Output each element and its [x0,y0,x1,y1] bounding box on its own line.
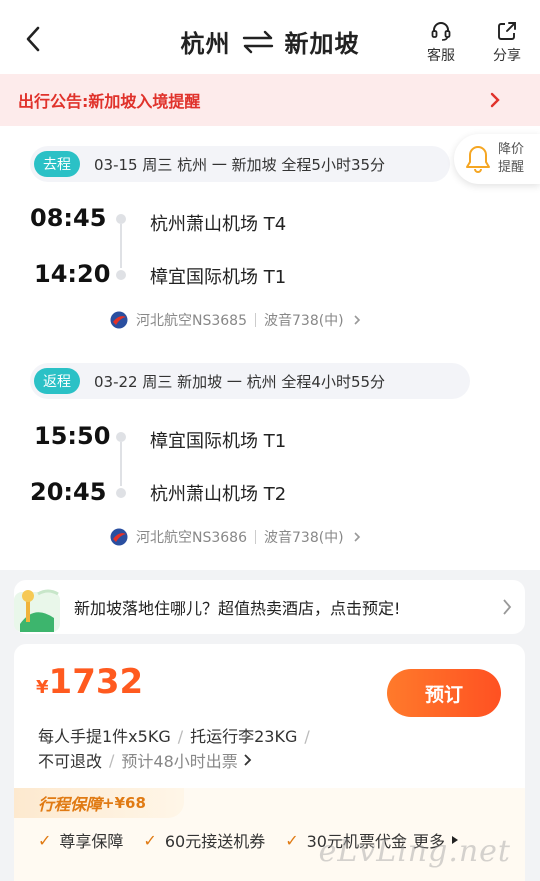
outbound-flight-number: 河北航空NS3685 [136,313,247,329]
top-bar: 杭州 新加坡 客服 分享 [0,0,540,74]
airline-logo-icon [110,528,128,546]
from-city: 杭州 [180,30,231,58]
return-flight-info[interactable]: 河北航空NS3686 波音738(中) [110,527,364,547]
check-icon: ✓ [143,830,157,850]
hotel-banner-text: 新加坡落地住哪儿？超值热卖酒店，点击预定! [74,599,401,618]
return-dep-airport: 樟宜国际机场 T1 [150,431,287,452]
return-summary-text: 03-22 周三 新加坡 一 杭州 全程4小时55分 [94,372,386,391]
outbound-flight-info[interactable]: 河北航空NS3685 波音738(中) [110,310,364,330]
guarantee-item: ✓ 尊享保障 [38,830,124,852]
chevron-right-icon [490,92,500,108]
return-aircraft: 波音738(中) [264,530,344,546]
chevron-right-icon [354,315,360,325]
outbound-aircraft: 波音738(中) [264,313,344,329]
outbound-summary: 去程 03-15 周三 杭州 一 新加坡 全程5小时35分 [30,146,450,182]
chevron-right-icon [354,532,360,542]
guarantee-price: +¥68 [102,794,146,812]
check-icon: ✓ [285,830,299,850]
return-arr-airport: 杭州萧山机场 T2 [150,484,287,505]
timeline-line [120,224,122,268]
guarantee-item: ✓ 60元接送机券 [143,830,266,852]
divider [255,530,256,544]
return-summary: 返程 03-22 周三 新加坡 一 杭州 全程4小时55分 [30,363,470,399]
baggage-rules: 每人手提1件x5KG / 托运行李23KG / [38,727,310,746]
to-city: 新加坡 [284,30,360,58]
price: ¥1732 [36,662,143,702]
ticket-rules[interactable]: 不可退改 / 预计48小时出票 [38,748,255,772]
carry-on-allowance: 每人手提1件x5KG [38,727,171,746]
timeline-dot [116,488,126,498]
share-icon [498,22,516,40]
return-flight-number: 河北航空NS3686 [136,530,247,546]
timeline-dot [116,270,126,280]
price-amount: 1732 [48,662,144,702]
price-alert-button[interactable]: 降价提醒 [454,134,540,184]
swap-icon[interactable] [241,29,275,55]
guarantee-title: 行程保障 [38,795,103,814]
notice-text: 出行公告:新加坡入境提醒 [18,92,201,111]
outbound-dep-time: 08:45 [30,204,107,232]
checked-baggage: 托运行李23KG [190,727,298,746]
timeline-dot [116,214,126,224]
book-button[interactable]: 预订 [387,669,501,717]
share-label: 分享 [493,48,521,64]
hotel-illustration-icon [14,589,60,632]
headset-icon [431,22,451,41]
check-icon: ✓ [38,830,52,850]
travel-notice-banner[interactable]: 出行公告:新加坡入境提醒 [0,74,540,126]
ticketing-time: 预计48小时出票 [121,752,238,771]
share-button[interactable]: 分享 [485,20,529,65]
return-dep-time: 15:50 [34,422,111,450]
price-alert-label: 降价提醒 [498,142,525,175]
airline-logo-icon [110,311,128,329]
watermark: eLvLing.net [318,834,511,869]
guarantee-header: 行程保障 +¥68 [14,788,184,818]
trip-guarantee[interactable]: 行程保障 +¥68 ✓ 尊享保障 ✓ 60元接送机券 ✓ 30元机票代金 更多 eLv… [14,788,525,881]
service-label: 客服 [427,48,455,64]
currency-symbol: ¥ [36,677,49,698]
customer-service-button[interactable]: 客服 [419,20,463,65]
outbound-dep-airport: 杭州萧山机场 T4 [150,214,287,235]
outbound-arr-airport: 樟宜国际机场 T1 [150,267,287,288]
outbound-arr-time: 14:20 [34,260,111,288]
flight-details: 去程 03-15 周三 杭州 一 新加坡 全程5小时35分 08:45 杭州萧山… [0,126,540,570]
chevron-right-icon [503,599,512,615]
outbound-summary-text: 03-15 周三 杭州 一 新加坡 全程5小时35分 [94,155,386,174]
outbound-tag: 去程 [34,151,80,177]
timeline-dot [116,432,126,442]
hotel-promo-banner[interactable]: 新加坡落地住哪儿？超值热卖酒店，点击预定! [14,580,525,634]
chevron-right-icon [244,754,252,766]
divider [255,313,256,327]
return-arr-time: 20:45 [30,478,107,506]
price-card: ¥1732 预订 每人手提1件x5KG / 托运行李23KG / 不可退改 / 预计48小… [14,644,525,881]
bell-icon [466,146,490,173]
refund-policy: 不可退改 [38,752,103,771]
timeline-line [120,442,122,486]
return-tag: 返程 [34,368,80,394]
